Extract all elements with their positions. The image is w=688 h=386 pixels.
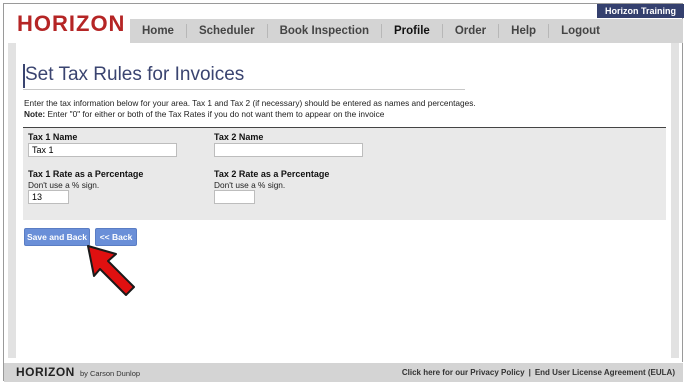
red-arrow-pointer-icon [87,245,135,296]
title-divider [23,89,465,90]
tax2-rate-hint: Don't use a % sign. [214,180,286,190]
eula-link[interactable]: End User License Agreement (EULA) [535,368,675,377]
tax1-rate-hint: Don't use a % sign. [28,180,100,190]
nav-book-inspection[interactable]: Book Inspection [268,24,383,38]
nav-order[interactable]: Order [443,24,500,38]
nav-logout[interactable]: Logout [549,24,612,38]
nav-scheduler[interactable]: Scheduler [187,24,268,38]
privacy-policy-link[interactable]: Click here for our Privacy Policy [402,368,525,377]
horizon-logo[interactable]: HORIZON [17,11,125,37]
footer: HORIZON by Carson Dunlop Click here for … [4,362,683,382]
note-text: Enter "0" for either or both of the Tax … [47,108,385,119]
nav-profile[interactable]: Profile [382,24,443,38]
tax1-name-label: Tax 1 Name [28,132,78,142]
nav-help[interactable]: Help [499,24,550,38]
footer-logo: HORIZON [16,365,75,379]
page-title: Set Tax Rules for Invoices [25,64,245,85]
save-and-back-button[interactable]: Save and Back [24,228,90,246]
training-badge: Horizon Training [597,4,684,18]
tax2-name-input[interactable] [214,143,363,157]
note-label: Note: [24,108,46,119]
tax1-rate-label: Tax 1 Rate as a Percentage [28,169,144,179]
instructions-text: Enter the tax information below for your… [24,98,476,108]
note-line: Note: Enter "0" for either or both of th… [24,109,476,120]
tax2-rate-input[interactable] [214,190,255,204]
footer-byline: by Carson Dunlop [80,369,141,378]
tax1-rate-input[interactable] [28,190,69,204]
tax1-name-input[interactable] [28,143,177,157]
footer-separator: | [528,368,531,377]
nav-home[interactable]: Home [130,24,187,38]
main-nav: Home Scheduler Book Inspection Profile O… [130,19,683,43]
instructions: Enter the tax information below for your… [24,98,476,119]
footer-links: Click here for our Privacy Policy | End Us… [402,368,675,377]
tax2-name-label: Tax 2 Name [214,132,264,142]
tax2-rate-label: Tax 2 Rate as a Percentage [214,169,330,179]
